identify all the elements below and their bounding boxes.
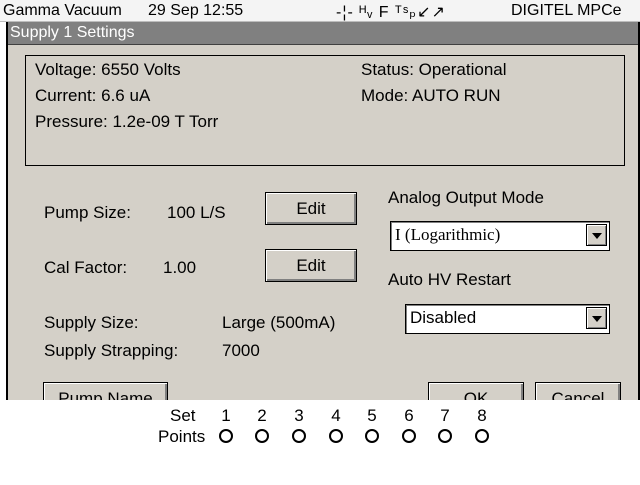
analog-output-mode-select[interactable]: I (Logarithmic)	[390, 221, 610, 251]
date-time: 29 Sep 12:55	[148, 2, 244, 19]
mode-readout: Mode: AUTO RUN	[361, 86, 501, 105]
set-point-indicator-icon	[365, 429, 379, 443]
set-point-number: 5	[367, 406, 377, 425]
device-status-bar: Gamma Vacuum 29 Sep 12:55 -¦- ᴴᵥ F ᵀˢₚ↙↗…	[0, 0, 640, 22]
product-name: DIGITEL MPCe	[511, 2, 622, 19]
set-point-number: 2	[257, 406, 267, 425]
set-point-number: 6	[404, 406, 414, 425]
chevron-down-icon[interactable]	[586, 224, 607, 246]
analog-output-mode-value: I (Logarithmic)	[395, 225, 501, 244]
set-point-number: 7	[440, 406, 450, 425]
status-indicators-icon: -¦- ᴴᵥ F ᵀˢₚ↙↗	[336, 4, 446, 21]
set-point-indicator-icon	[438, 429, 452, 443]
set-points-label-line2: Points	[158, 427, 206, 446]
auto-hv-restart-label: Auto HV Restart	[388, 270, 511, 289]
edit-cal-factor-button[interactable]: Edit	[265, 249, 357, 282]
supply-strapping-value: 7000	[222, 341, 260, 360]
cal-factor-label: Cal Factor:	[44, 258, 128, 277]
set-point-number: 3	[294, 406, 304, 425]
set-point-number: 1	[221, 406, 231, 425]
voltage-readout: Voltage: 6550 Volts	[35, 60, 181, 79]
auto-hv-restart-select[interactable]: Disabled	[405, 304, 610, 334]
edit-pump-size-button[interactable]: Edit	[265, 192, 357, 225]
set-point-indicator-icon	[402, 429, 416, 443]
set-point-indicator-icon	[255, 429, 269, 443]
dialog-titlebar: Supply 1 Settings	[8, 22, 638, 45]
cal-factor-value: 1.00	[163, 258, 197, 277]
pump-size-value: 100 L/S	[167, 203, 226, 222]
supply-size-value: Large (500mA)	[222, 313, 336, 332]
auto-hv-restart-value: Disabled	[410, 308, 477, 327]
set-point-indicator-icon	[475, 429, 489, 443]
status-readout-panel: Voltage: 6550 Volts Current: 6.6 uA Pres…	[25, 55, 625, 166]
pump-size-label: Pump Size:	[44, 203, 131, 222]
dialog-title: Supply 1 Settings	[10, 24, 135, 41]
analog-output-mode-label: Analog Output Mode	[388, 188, 544, 207]
set-point-indicator-icon	[292, 429, 306, 443]
status-readout: Status: Operational	[361, 60, 507, 79]
supply-size-label: Supply Size:	[44, 313, 139, 332]
pressure-readout: Pressure: 1.2e-09 T Torr	[35, 112, 219, 131]
supply-strapping-label: Supply Strapping:	[44, 341, 179, 360]
set-points-label-line1: Set	[170, 406, 196, 425]
set-point-indicator-icon	[219, 429, 233, 443]
set-point-number: 4	[331, 406, 341, 425]
set-points-strip	[0, 400, 640, 485]
set-point-indicator-icon	[329, 429, 343, 443]
set-point-number: 8	[477, 406, 487, 425]
current-readout: Current: 6.6 uA	[35, 86, 151, 105]
chevron-down-icon[interactable]	[586, 307, 607, 329]
device-name: Gamma Vacuum	[3, 2, 122, 19]
